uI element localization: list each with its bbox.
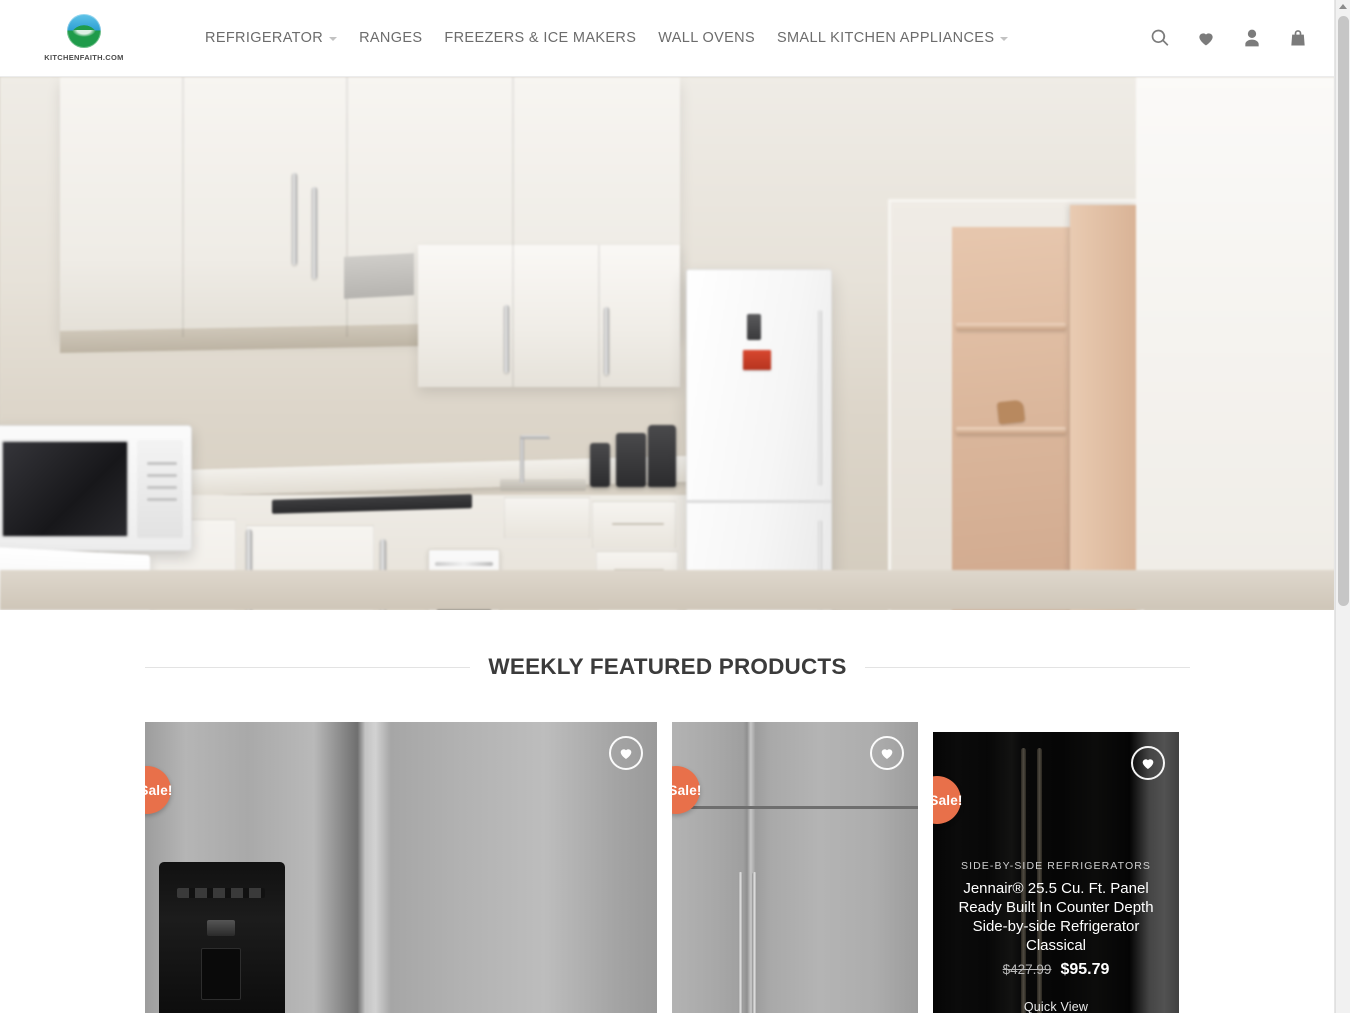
- hero-banner[interactable]: [0, 77, 1335, 610]
- vertical-scrollbar[interactable]: [1335, 0, 1350, 1013]
- ice-dispenser-detail: [159, 862, 285, 1013]
- product-image: [145, 722, 657, 1013]
- wishlist-button[interactable]: [1131, 746, 1165, 780]
- price-sale: $95.79: [1060, 961, 1110, 978]
- product-title[interactable]: Jennair® 25.5 Cu. Ft. Panel Ready Built …: [947, 879, 1165, 955]
- quick-view-button[interactable]: Quick View: [1024, 1000, 1088, 1013]
- brand-name: KITCHENFAITH.COM: [44, 53, 124, 62]
- heart-icon: [881, 749, 893, 759]
- page-title: WEEKLY FEATURED PRODUCTS: [488, 654, 847, 679]
- nav-item-freezers-ice-makers[interactable]: FREEZERS & ICE MAKERS: [433, 30, 647, 46]
- product-price: $427.99 $95.79: [1003, 961, 1110, 979]
- product-category: SIDE-BY-SIDE REFRIGERATORS: [960, 860, 1152, 872]
- scroll-up-button[interactable]: [1336, 0, 1350, 13]
- site-header: KITCHENFAITH.COM REFRIGERATOR RANGES FRE…: [0, 0, 1335, 77]
- nav-item-ranges[interactable]: RANGES: [348, 30, 433, 46]
- nav-label: WALL OVENS: [658, 30, 755, 46]
- chevron-down-icon: [1000, 37, 1009, 41]
- nav-label: SMALL KITCHEN APPLIANCES: [776, 30, 995, 46]
- search-icon[interactable]: [1149, 27, 1171, 49]
- divider-left: [145, 666, 471, 668]
- hero-kitchen-image: [0, 77, 1335, 610]
- nav-item-small-kitchen-appliances[interactable]: SMALL KITCHEN APPLIANCES: [766, 30, 1019, 46]
- person-icon[interactable]: [1241, 27, 1263, 49]
- site-logo[interactable]: KITCHENFAITH.COM: [0, 14, 160, 62]
- product-card[interactable]: Sale!: [672, 722, 918, 1013]
- scrollbar-thumb[interactable]: [1338, 16, 1349, 606]
- wishlist-button[interactable]: [609, 736, 643, 770]
- header-tools: [1149, 27, 1335, 49]
- wishlist-button[interactable]: [870, 736, 904, 770]
- weekly-featured-products-section: WEEKLY FEATURED PRODUCTS Sale!: [0, 610, 1335, 1013]
- heart-icon[interactable]: [1195, 27, 1217, 49]
- nav-item-wall-ovens[interactable]: WALL OVENS: [647, 30, 766, 46]
- product-card[interactable]: Sale!: [145, 722, 657, 1013]
- chevron-down-icon: [329, 37, 338, 41]
- chevron-up-icon: [1339, 4, 1347, 9]
- main-navigation: REFRIGERATOR RANGES FREEZERS & ICE MAKER…: [194, 30, 1019, 46]
- heart-icon: [1142, 759, 1154, 769]
- nav-label: FREEZERS & ICE MAKERS: [444, 30, 637, 46]
- nav-label: REFRIGERATOR: [205, 30, 324, 46]
- section-heading: WEEKLY FEATURED PRODUCTS: [145, 610, 1191, 680]
- browser-viewport: KITCHENFAITH.COM REFRIGERATOR RANGES FRE…: [0, 0, 1350, 1013]
- kitchen-dome-logo-icon: [67, 14, 101, 48]
- nav-label: RANGES: [359, 30, 423, 46]
- divider-right: [864, 666, 1191, 668]
- heart-icon: [620, 749, 632, 759]
- product-grid: Sale! Sale!: [0, 680, 1335, 1013]
- price-original: $427.99: [1002, 962, 1052, 977]
- nav-item-refrigerator[interactable]: REFRIGERATOR: [194, 30, 348, 46]
- bag-icon[interactable]: [1287, 27, 1309, 49]
- product-card[interactable]: SIDE-BY-SIDE REFRIGERATORS Jennair® 25.5…: [933, 732, 1179, 1013]
